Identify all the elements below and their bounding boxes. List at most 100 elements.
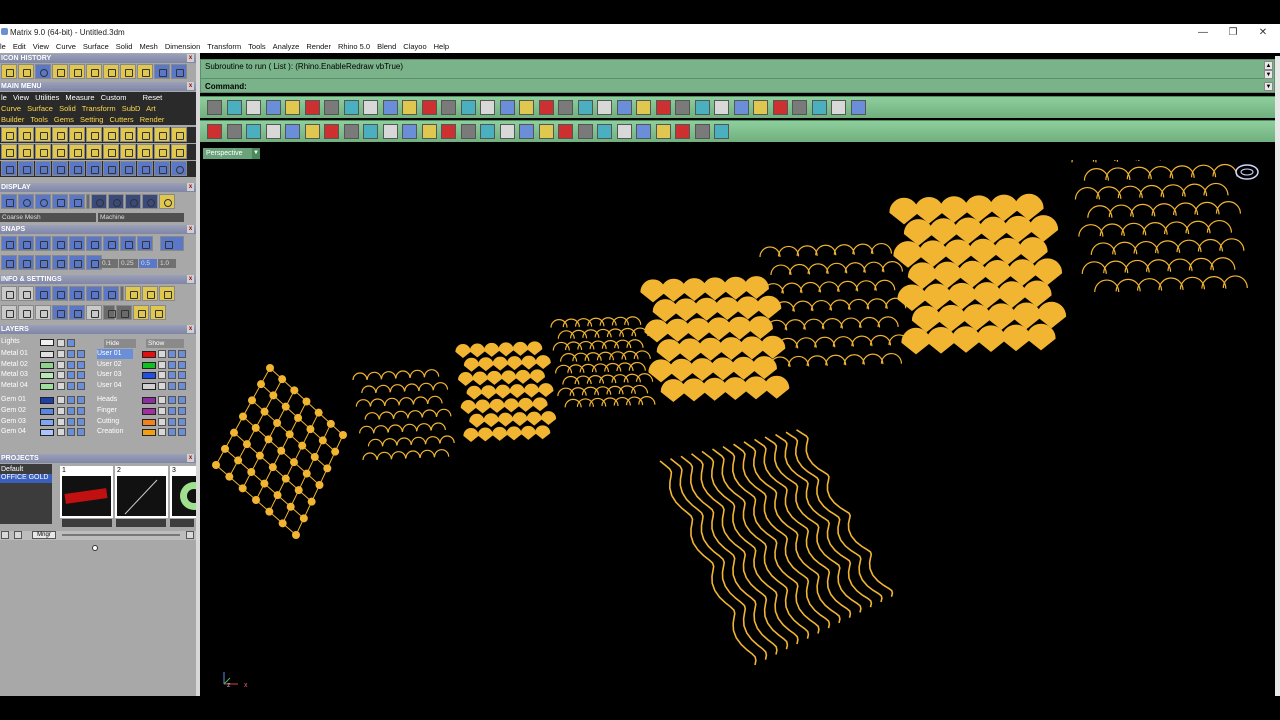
visibility-icon[interactable] <box>168 428 176 437</box>
visibility-icon[interactable] <box>67 350 75 358</box>
info-icon[interactable] <box>35 305 51 320</box>
layer-color-swatch[interactable] <box>142 361 156 369</box>
tool-icon[interactable] <box>1 144 17 159</box>
menu-item[interactable]: SubD <box>122 104 141 113</box>
rendered-icon[interactable] <box>35 194 51 209</box>
material-sphere-icon[interactable] <box>142 194 158 209</box>
visibility-icon[interactable] <box>168 350 176 358</box>
layer-name[interactable]: Gem 04 <box>1 427 33 437</box>
toolbar-tool-icon[interactable] <box>246 124 261 139</box>
tool-icon[interactable] <box>52 161 68 176</box>
tool-icon[interactable] <box>137 127 153 142</box>
visibility-icon[interactable] <box>67 381 75 390</box>
layer-color-swatch[interactable] <box>40 429 54 437</box>
toolbar-tool-icon[interactable] <box>382 124 398 139</box>
tool-icon[interactable] <box>18 161 34 176</box>
tool-icon[interactable] <box>35 64 51 79</box>
lock-icon[interactable] <box>158 396 166 405</box>
close-icon[interactable]: x <box>187 54 194 62</box>
layer-toggle-icon[interactable] <box>77 360 85 369</box>
layer-toggle-icon[interactable] <box>178 381 186 390</box>
toolbar-tool-icon[interactable] <box>226 124 242 139</box>
toolbar-tool-icon[interactable] <box>792 100 807 115</box>
layer-name[interactable]: Finger <box>97 406 133 416</box>
tool-icon[interactable] <box>86 127 102 142</box>
menu-item[interactable]: le <box>1 93 7 102</box>
tool-icon[interactable] <box>154 144 170 159</box>
menu-item[interactable]: Utilities <box>35 93 59 102</box>
gold-sphere-icon[interactable] <box>159 194 175 209</box>
layer-name[interactable]: User 04 <box>97 381 133 391</box>
project-office-gold[interactable]: OFFICE GOLD <box>0 474 52 483</box>
layer-name[interactable]: User 03 <box>97 370 133 380</box>
snap-icon[interactable] <box>103 236 119 251</box>
visibility-icon[interactable] <box>67 417 75 426</box>
layer-color-swatch[interactable] <box>40 408 54 415</box>
snap-icon[interactable] <box>18 236 34 251</box>
snap-icon[interactable] <box>52 255 68 270</box>
info-icon[interactable] <box>69 305 85 320</box>
toolbar-tool-icon[interactable] <box>675 100 690 115</box>
layer-color-swatch[interactable] <box>40 372 54 380</box>
lock-icon[interactable] <box>158 417 166 426</box>
shaded-icon[interactable] <box>18 194 34 209</box>
chevron-down-icon[interactable]: ▼ <box>252 148 260 159</box>
layer-color-swatch[interactable] <box>142 429 156 437</box>
toolbar-tool-icon[interactable] <box>304 100 320 115</box>
tool-icon[interactable] <box>103 127 119 142</box>
toolbar-tool-icon[interactable] <box>207 124 222 139</box>
menu-surface[interactable]: Surface <box>83 42 109 51</box>
settings-icon[interactable] <box>1 286 17 301</box>
close-icon[interactable]: x <box>187 454 194 462</box>
tool-icon[interactable] <box>18 144 34 159</box>
info-icon[interactable] <box>150 305 166 320</box>
layer-name[interactable]: Metal 03 <box>1 370 33 380</box>
perspective-viewport[interactable]: z x <box>200 160 1275 696</box>
info-icon[interactable] <box>103 286 119 301</box>
menu-file[interactable]: le <box>0 42 6 51</box>
toolbar-tool-icon[interactable] <box>636 124 651 139</box>
menu-item[interactable]: Art <box>146 104 156 113</box>
toolbar-tool-icon[interactable] <box>597 124 612 139</box>
toolbar-tool-icon[interactable] <box>460 124 476 139</box>
close-button[interactable]: ✕ <box>1248 24 1278 40</box>
menu-render[interactable]: Render <box>306 42 331 51</box>
toolbar-tool-icon[interactable] <box>265 100 281 115</box>
tool-icon[interactable] <box>69 144 85 159</box>
tool-icon[interactable] <box>137 161 153 176</box>
snap-value-selected[interactable]: 0.5 <box>139 259 157 268</box>
tool-icon[interactable] <box>52 144 68 159</box>
lock-icon[interactable] <box>57 381 65 390</box>
snap-icon[interactable] <box>1 236 17 251</box>
visibility-icon[interactable] <box>67 371 75 380</box>
toolbar-tool-icon[interactable] <box>694 100 710 115</box>
visibility-icon[interactable] <box>67 360 75 369</box>
tool-icon[interactable] <box>120 144 136 159</box>
visibility-icon[interactable] <box>168 396 176 405</box>
info-icon[interactable] <box>116 305 132 320</box>
visibility-icon[interactable] <box>67 428 75 437</box>
snap-toggle-icon[interactable] <box>160 236 184 251</box>
circle-icon[interactable] <box>171 161 187 176</box>
restore-button[interactable]: ❐ <box>1218 24 1248 40</box>
toolbar-tool-icon[interactable] <box>558 124 573 139</box>
search-icon[interactable] <box>18 286 34 301</box>
layer-name[interactable]: Metal 02 <box>1 360 33 370</box>
add-icon[interactable] <box>1 531 9 539</box>
toolbar-tool-icon[interactable] <box>616 100 632 115</box>
tool-icon[interactable] <box>154 161 170 176</box>
snap-icon[interactable] <box>35 255 51 270</box>
layer-toggle-icon[interactable] <box>178 360 186 369</box>
toolbar-tool-icon[interactable] <box>597 100 612 115</box>
toolbar-tool-icon[interactable] <box>577 124 593 139</box>
info-icon[interactable] <box>86 305 102 320</box>
menu-view[interactable]: View <box>33 42 49 51</box>
project-thumb-1[interactable]: 1 <box>60 466 113 518</box>
lock-icon[interactable] <box>158 381 166 390</box>
menu-item[interactable]: Surface <box>27 104 53 113</box>
menu-mesh[interactable]: Mesh <box>139 42 157 51</box>
toolbar-tool-icon[interactable] <box>285 100 300 115</box>
lights-visible-icon[interactable] <box>67 339 75 347</box>
toolbar-tool-icon[interactable] <box>831 100 846 115</box>
tool-icon[interactable] <box>103 64 119 79</box>
